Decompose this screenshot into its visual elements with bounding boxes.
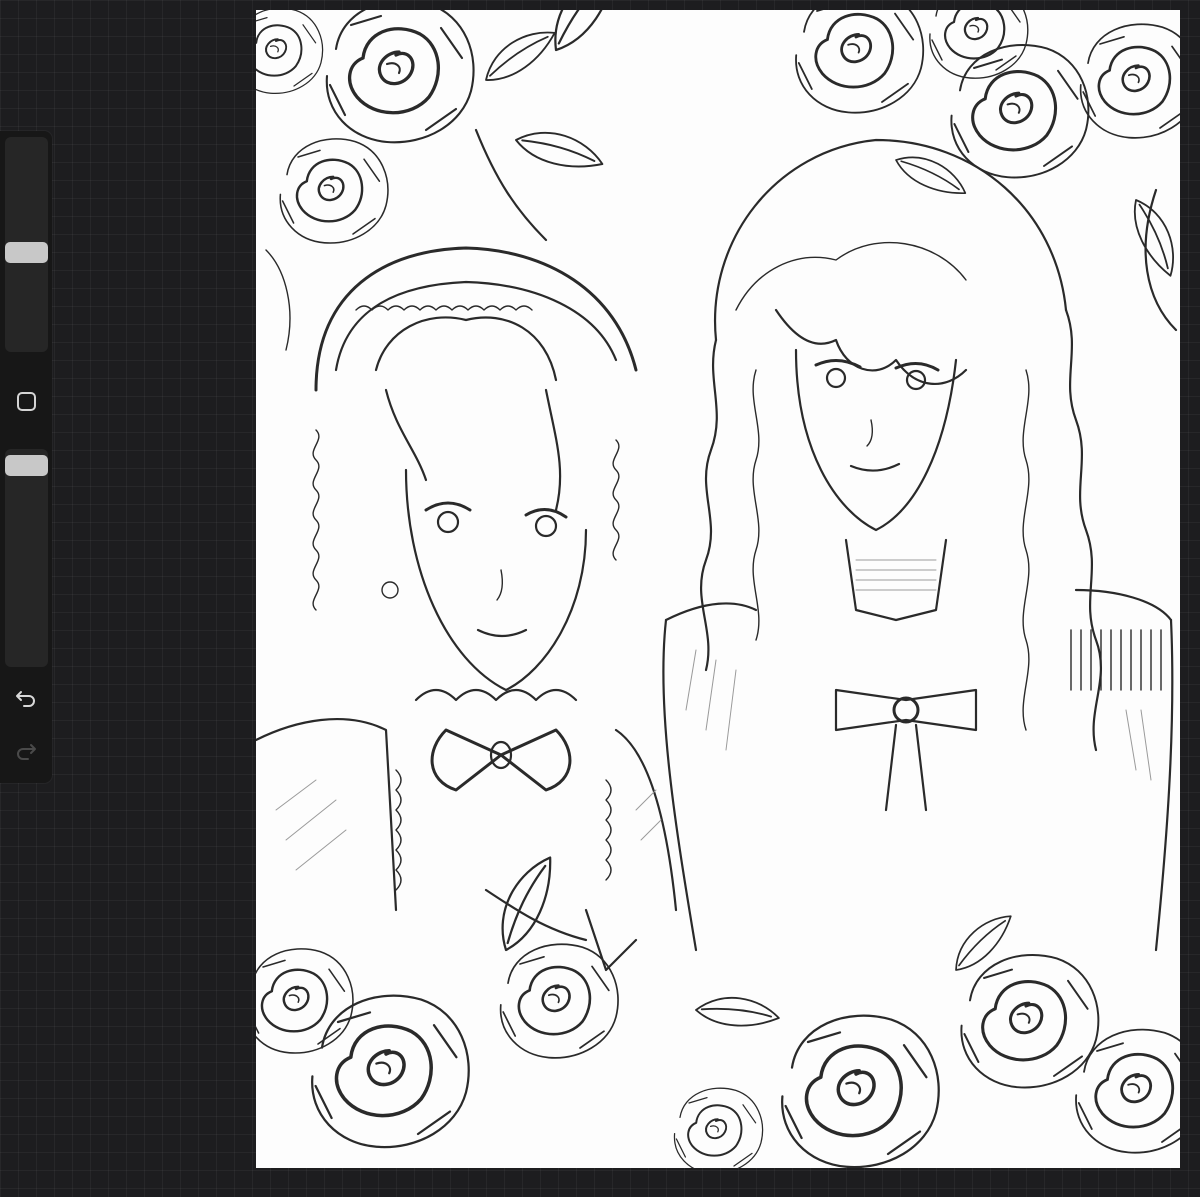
brush-size-slider[interactable]: [5, 137, 48, 352]
brush-opacity-slider[interactable]: [5, 449, 48, 667]
left-sidebar: [0, 131, 52, 783]
redo-arrow-icon: [17, 744, 36, 760]
redo-button[interactable]: [12, 738, 40, 764]
figure-right-icon: [662, 138, 1174, 952]
modify-button[interactable]: [13, 388, 39, 414]
drawing-canvas[interactable]: [256, 10, 1180, 1168]
rose-icon: [256, 10, 637, 351]
line-art-sketch: [256, 10, 1180, 1168]
rose-icon: [794, 10, 1180, 332]
undo-button[interactable]: [12, 685, 40, 711]
brush-size-slider-thumb[interactable]: [5, 242, 48, 263]
procreate-workspace: [0, 0, 1200, 1197]
brush-opacity-slider-thumb[interactable]: [5, 455, 48, 476]
undo-arrow-icon: [16, 691, 35, 707]
figure-left-icon: [256, 246, 678, 912]
square-outline-icon: [16, 391, 36, 411]
